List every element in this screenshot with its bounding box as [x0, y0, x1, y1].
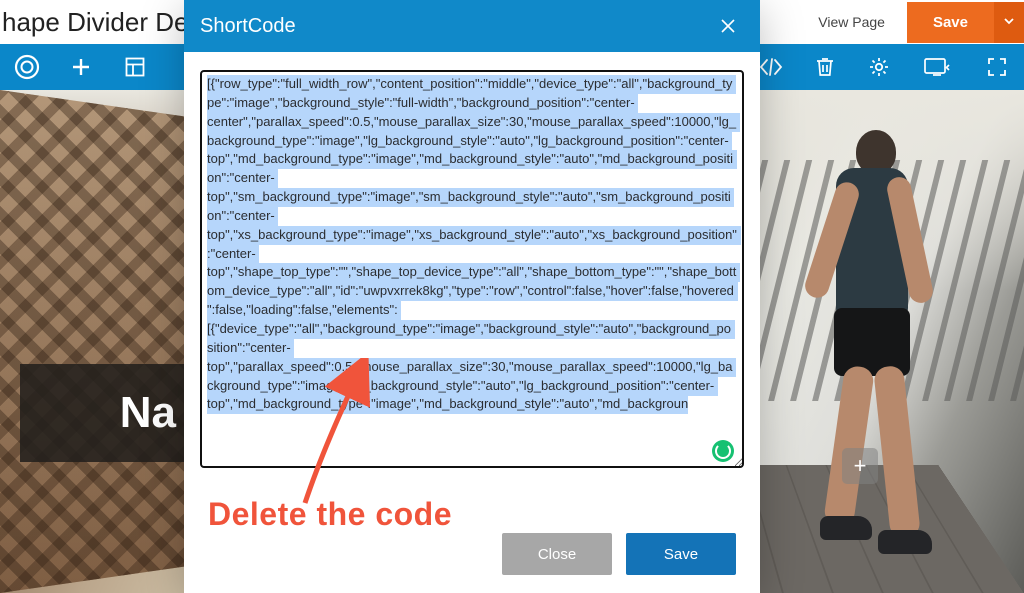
modal-close-footer-button[interactable]: Close: [502, 533, 612, 575]
save-button-group: Save: [907, 2, 1024, 43]
view-page-link[interactable]: View Page: [800, 4, 903, 40]
annotation-text: Delete the code: [208, 496, 452, 533]
save-dropdown-button[interactable]: [994, 2, 1024, 43]
plus-icon: [70, 56, 92, 78]
gear-icon: [868, 56, 890, 78]
layout-button[interactable]: [118, 50, 152, 84]
toolbar-left: [10, 50, 152, 84]
trash-icon: [815, 56, 835, 78]
modal-close-button[interactable]: [712, 10, 744, 42]
grammarly-icon[interactable]: [712, 440, 734, 462]
modal-body: [184, 52, 760, 519]
code-icon: [759, 58, 783, 76]
fullscreen-icon: [986, 56, 1008, 78]
settings-button[interactable]: [862, 50, 896, 84]
modal-header: ShortCode: [184, 0, 760, 52]
trash-button[interactable]: [808, 50, 842, 84]
hero-overlay-box: Na: [20, 364, 190, 462]
page-title: hape Divider De: [0, 7, 188, 38]
chevron-down-icon: [1004, 16, 1014, 26]
modal-save-button[interactable]: Save: [626, 533, 736, 575]
close-icon: [718, 16, 738, 36]
toolbar-right: [754, 50, 1014, 84]
devices-button[interactable]: [916, 50, 960, 84]
fullscreen-button[interactable]: [980, 50, 1014, 84]
modal-title: ShortCode: [200, 15, 296, 38]
hero-overlay-text: Na: [120, 388, 190, 438]
layout-icon: [124, 56, 146, 78]
top-actions: View Page Save: [800, 2, 1024, 43]
plus-icon: +: [854, 453, 867, 479]
add-element-button[interactable]: [64, 50, 98, 84]
runner-illustration: [794, 130, 944, 560]
circle-logo-icon[interactable]: [10, 50, 44, 84]
save-page-button[interactable]: Save: [907, 2, 994, 43]
devices-icon: [923, 56, 953, 78]
add-column-button[interactable]: +: [842, 448, 878, 484]
shortcode-textarea[interactable]: [200, 70, 744, 468]
